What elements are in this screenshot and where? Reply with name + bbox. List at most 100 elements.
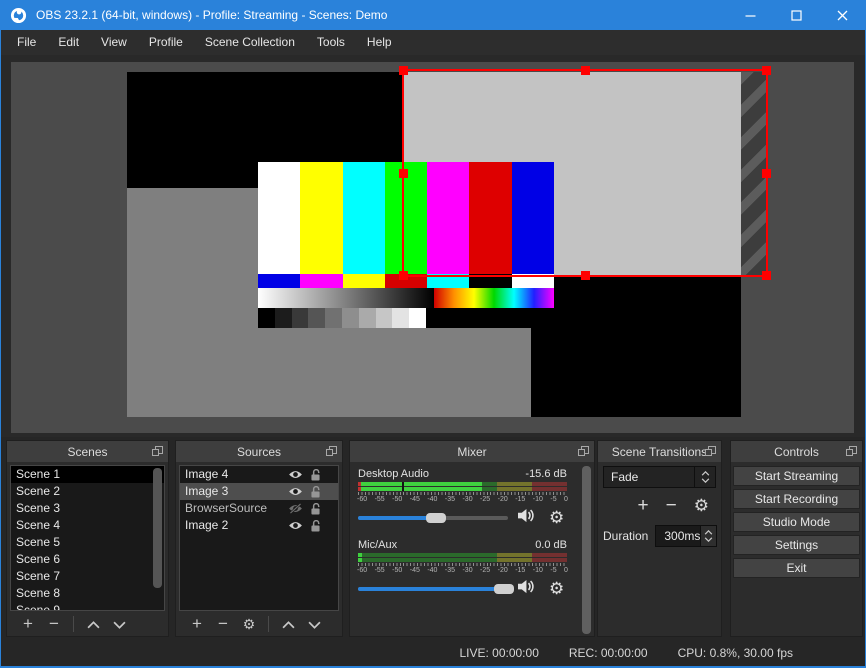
volume-slider[interactable] [358, 584, 514, 594]
menu-item-file[interactable]: File [6, 30, 47, 55]
selection-handle-top-center[interactable] [580, 66, 590, 75]
selection-handle-top-left[interactable] [399, 66, 408, 75]
speaker-button[interactable] [516, 508, 535, 528]
selection-handle-bottom-right[interactable] [762, 271, 771, 280]
scene-list-item[interactable]: Scene 7 [11, 568, 164, 585]
controls-panel-header[interactable]: Controls [731, 441, 862, 462]
scenes-list[interactable]: Scene 1 Scene 2 Scene 3 Scene 4 Scene 5 Scene… [10, 465, 165, 611]
transitions-toolbar: + − ⚙ [602, 488, 717, 522]
menu-item-profile[interactable]: Profile [138, 30, 194, 55]
duration-row: Duration 300ms [602, 522, 718, 550]
scene-list-item[interactable]: Scene 6 [11, 551, 164, 568]
transitions-panel-header[interactable]: Scene Transitions [598, 441, 721, 462]
volume-slider[interactable] [358, 513, 508, 523]
eye-icon[interactable] [288, 520, 303, 531]
mixer-gear-icon[interactable]: ⚙ [549, 580, 564, 597]
remove-scene-button[interactable]: − [41, 612, 67, 636]
add-scene-button[interactable]: + [15, 612, 41, 636]
button-exit[interactable]: Exit [733, 558, 860, 578]
button-studio-mode[interactable]: Studio Mode [733, 512, 860, 532]
scene-move-down-button[interactable] [106, 612, 132, 636]
source-list-item[interactable]: BrowserSource [180, 500, 338, 517]
scenes-panel-header[interactable]: Scenes [7, 441, 168, 462]
source-black-rect-bottom[interactable] [531, 275, 741, 417]
transition-select-arrows[interactable] [694, 467, 715, 487]
button-start-streaming[interactable]: Start Streaming [733, 466, 860, 486]
add-transition-button[interactable]: + [638, 495, 649, 517]
volume-slider-handle[interactable] [426, 513, 446, 523]
sources-panel-header[interactable]: Sources [176, 441, 342, 462]
selection-handle-mid-left[interactable] [399, 168, 408, 178]
source-properties-gear-icon[interactable]: ⚙ [236, 612, 262, 636]
source-move-down-button[interactable] [301, 612, 327, 636]
pattern-gray-step [341, 308, 359, 328]
source-list-item[interactable]: Image 3 [180, 483, 338, 500]
volume-slider-handle[interactable] [493, 584, 514, 594]
mixer-channel-db: -15.6 dB [525, 468, 567, 480]
mixer-channel-labels: Desktop Audio -15.6 dB [358, 468, 567, 480]
controls-float-icon[interactable] [846, 446, 857, 457]
preview-canvas[interactable] [11, 62, 854, 433]
meter-tick-label: -20 [497, 496, 508, 503]
button-settings[interactable]: Settings [733, 535, 860, 555]
selection-border[interactable] [399, 66, 771, 280]
scenes-float-icon[interactable] [152, 446, 163, 457]
meter-tick-label: -20 [497, 567, 508, 574]
unlock-icon[interactable] [309, 485, 322, 498]
menu-item-view[interactable]: View [90, 30, 138, 55]
speaker-icon[interactable] [516, 508, 535, 523]
eye-slash-icon[interactable] [288, 503, 303, 514]
selection-handle-bottom-center[interactable] [580, 271, 590, 280]
eye-icon[interactable] [288, 469, 303, 480]
button-start-recording[interactable]: Start Recording [733, 489, 860, 509]
selection-handle-top-right[interactable] [762, 66, 771, 75]
scene-list-item[interactable]: Scene 8 [11, 585, 164, 602]
menu-item-tools[interactable]: Tools [306, 30, 356, 55]
scene-move-up-button[interactable] [80, 612, 106, 636]
add-source-button[interactable]: + [184, 612, 210, 636]
close-button[interactable] [819, 0, 865, 30]
source-row-icons [288, 502, 338, 515]
meter-tick-label: -25 [480, 496, 491, 503]
menu-item-help[interactable]: Help [356, 30, 403, 55]
dock-area: Scenes Scene 1 Scene 2 Scene 3 Scene 4 Scene… [1, 437, 865, 639]
sources-list[interactable]: Image 4 Image 3 BrowserSource Image 2 [179, 465, 339, 611]
mixer-float-icon[interactable] [578, 446, 589, 457]
scene-list-item[interactable]: Scene 3 [11, 500, 164, 517]
transition-properties-gear-icon[interactable]: ⚙ [694, 496, 709, 516]
selection-handle-bottom-left[interactable] [399, 271, 408, 280]
sources-float-icon[interactable] [326, 446, 337, 457]
mixer-gear-icon[interactable]: ⚙ [549, 509, 564, 526]
unlock-icon[interactable] [309, 519, 322, 532]
minimize-button[interactable] [727, 0, 773, 30]
mixer-scrollbar[interactable] [582, 466, 591, 634]
maximize-button[interactable] [773, 0, 819, 30]
transition-select[interactable]: Fade [603, 466, 716, 488]
duration-spinbox[interactable]: 300ms [655, 525, 718, 547]
mixer-panel-header[interactable]: Mixer [350, 441, 594, 462]
selection-handle-mid-right[interactable] [762, 168, 771, 178]
meter-tick-label: -15 [515, 496, 526, 503]
speaker-icon[interactable] [516, 579, 535, 594]
transitions-float-icon[interactable] [705, 446, 716, 457]
eye-icon[interactable] [288, 486, 303, 497]
source-list-item[interactable]: Image 4 [180, 466, 338, 483]
scene-list-item[interactable]: Scene 9 [11, 602, 164, 610]
remove-source-button[interactable]: − [210, 612, 236, 636]
unlock-icon[interactable] [309, 502, 322, 515]
menu-item-edit[interactable]: Edit [47, 30, 90, 55]
unlock-icon[interactable] [309, 468, 322, 481]
menu-item-scene-collection[interactable]: Scene Collection [194, 30, 306, 55]
scene-list-item[interactable]: Scene 5 [11, 534, 164, 551]
chevron-down-icon [705, 537, 713, 542]
scene-list-item[interactable]: Scene 4 [11, 517, 164, 534]
scene-list-item[interactable]: Scene 1 [11, 466, 164, 483]
source-list-item[interactable]: Image 2 [180, 517, 338, 534]
remove-transition-button[interactable]: − [666, 495, 677, 517]
source-move-up-button[interactable] [275, 612, 301, 636]
scene-list-item[interactable]: Scene 2 [11, 483, 164, 500]
duration-spin-arrows[interactable] [700, 526, 717, 546]
scenes-scrollbar[interactable] [153, 468, 162, 588]
mixer-content: Desktop Audio -15.6 dB -60 -55 -50 -45 -40 -35-… [350, 462, 594, 599]
speaker-button[interactable] [516, 579, 535, 599]
